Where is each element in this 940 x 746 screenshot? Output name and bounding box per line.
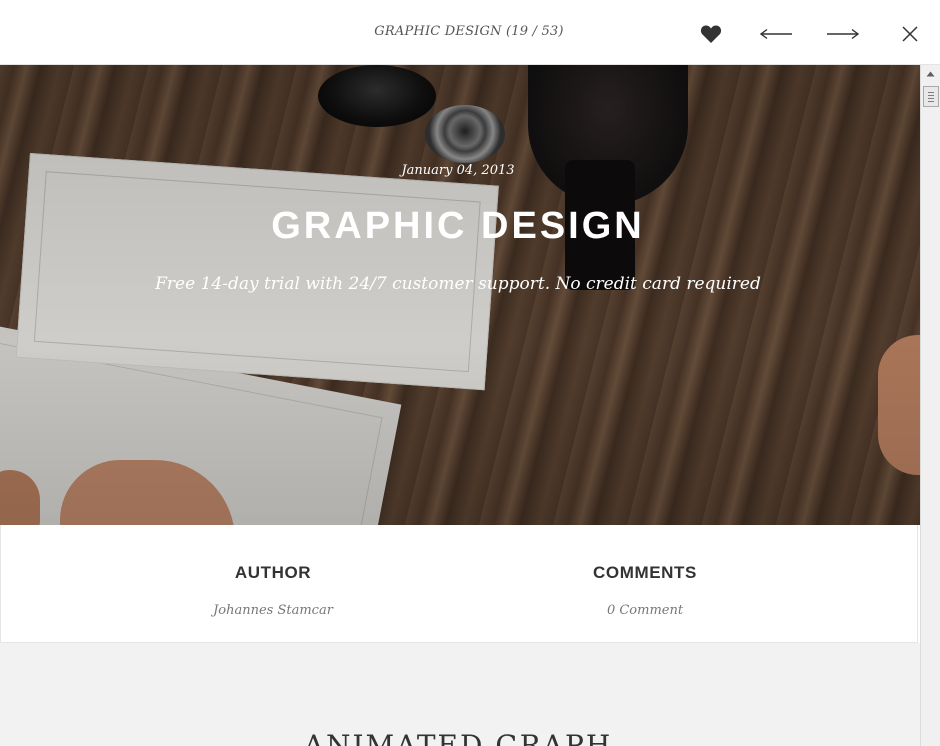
close-button[interactable] (894, 20, 926, 48)
triangle-up-icon (926, 71, 935, 76)
author-block: AUTHOR Johannes Stamcar (153, 563, 393, 618)
author-label: AUTHOR (234, 563, 312, 582)
grip-line (928, 92, 934, 93)
grip-line (928, 98, 934, 99)
heart-icon (700, 25, 722, 43)
comments-label: COMMENTS (593, 563, 697, 582)
gallery-title: GRAPHIC DESIGN (19 / 53) (374, 24, 564, 39)
favorite-button[interactable] (695, 20, 727, 48)
comments-count[interactable]: 0 Comment (525, 603, 765, 618)
post-subtitle: Free 14-day trial with 24/7 customer sup… (155, 274, 761, 294)
close-icon (902, 26, 918, 42)
grip-line (928, 95, 934, 96)
grip-line (928, 101, 934, 102)
arrow-left-icon (759, 28, 792, 40)
post-date: January 04, 2013 (401, 163, 515, 178)
comments-block: COMMENTS 0 Comment (525, 563, 765, 618)
arrow-right-icon (827, 28, 860, 40)
hero-overlay (0, 65, 920, 525)
author-name: Johannes Stamcar (213, 603, 333, 618)
post-meta: AUTHOR Johannes Stamcar COMMENTS 0 Comme… (0, 525, 918, 643)
hero-banner: January 04, 2013 GRAPHIC DESIGN Free 14-… (0, 65, 920, 525)
top-bar: GRAPHIC DESIGN (19 / 53) (0, 0, 940, 65)
scroll-up-button[interactable] (921, 65, 940, 82)
next-button[interactable] (825, 20, 861, 48)
previous-button[interactable] (758, 20, 794, 48)
section-title: ANIMATED GRAPH (303, 729, 613, 746)
post-title: GRAPHIC DESIGN (271, 205, 645, 247)
scroll-thumb[interactable] (923, 86, 939, 107)
content-section: ANIMATED GRAPH (0, 643, 920, 746)
vertical-scrollbar[interactable] (920, 65, 940, 746)
